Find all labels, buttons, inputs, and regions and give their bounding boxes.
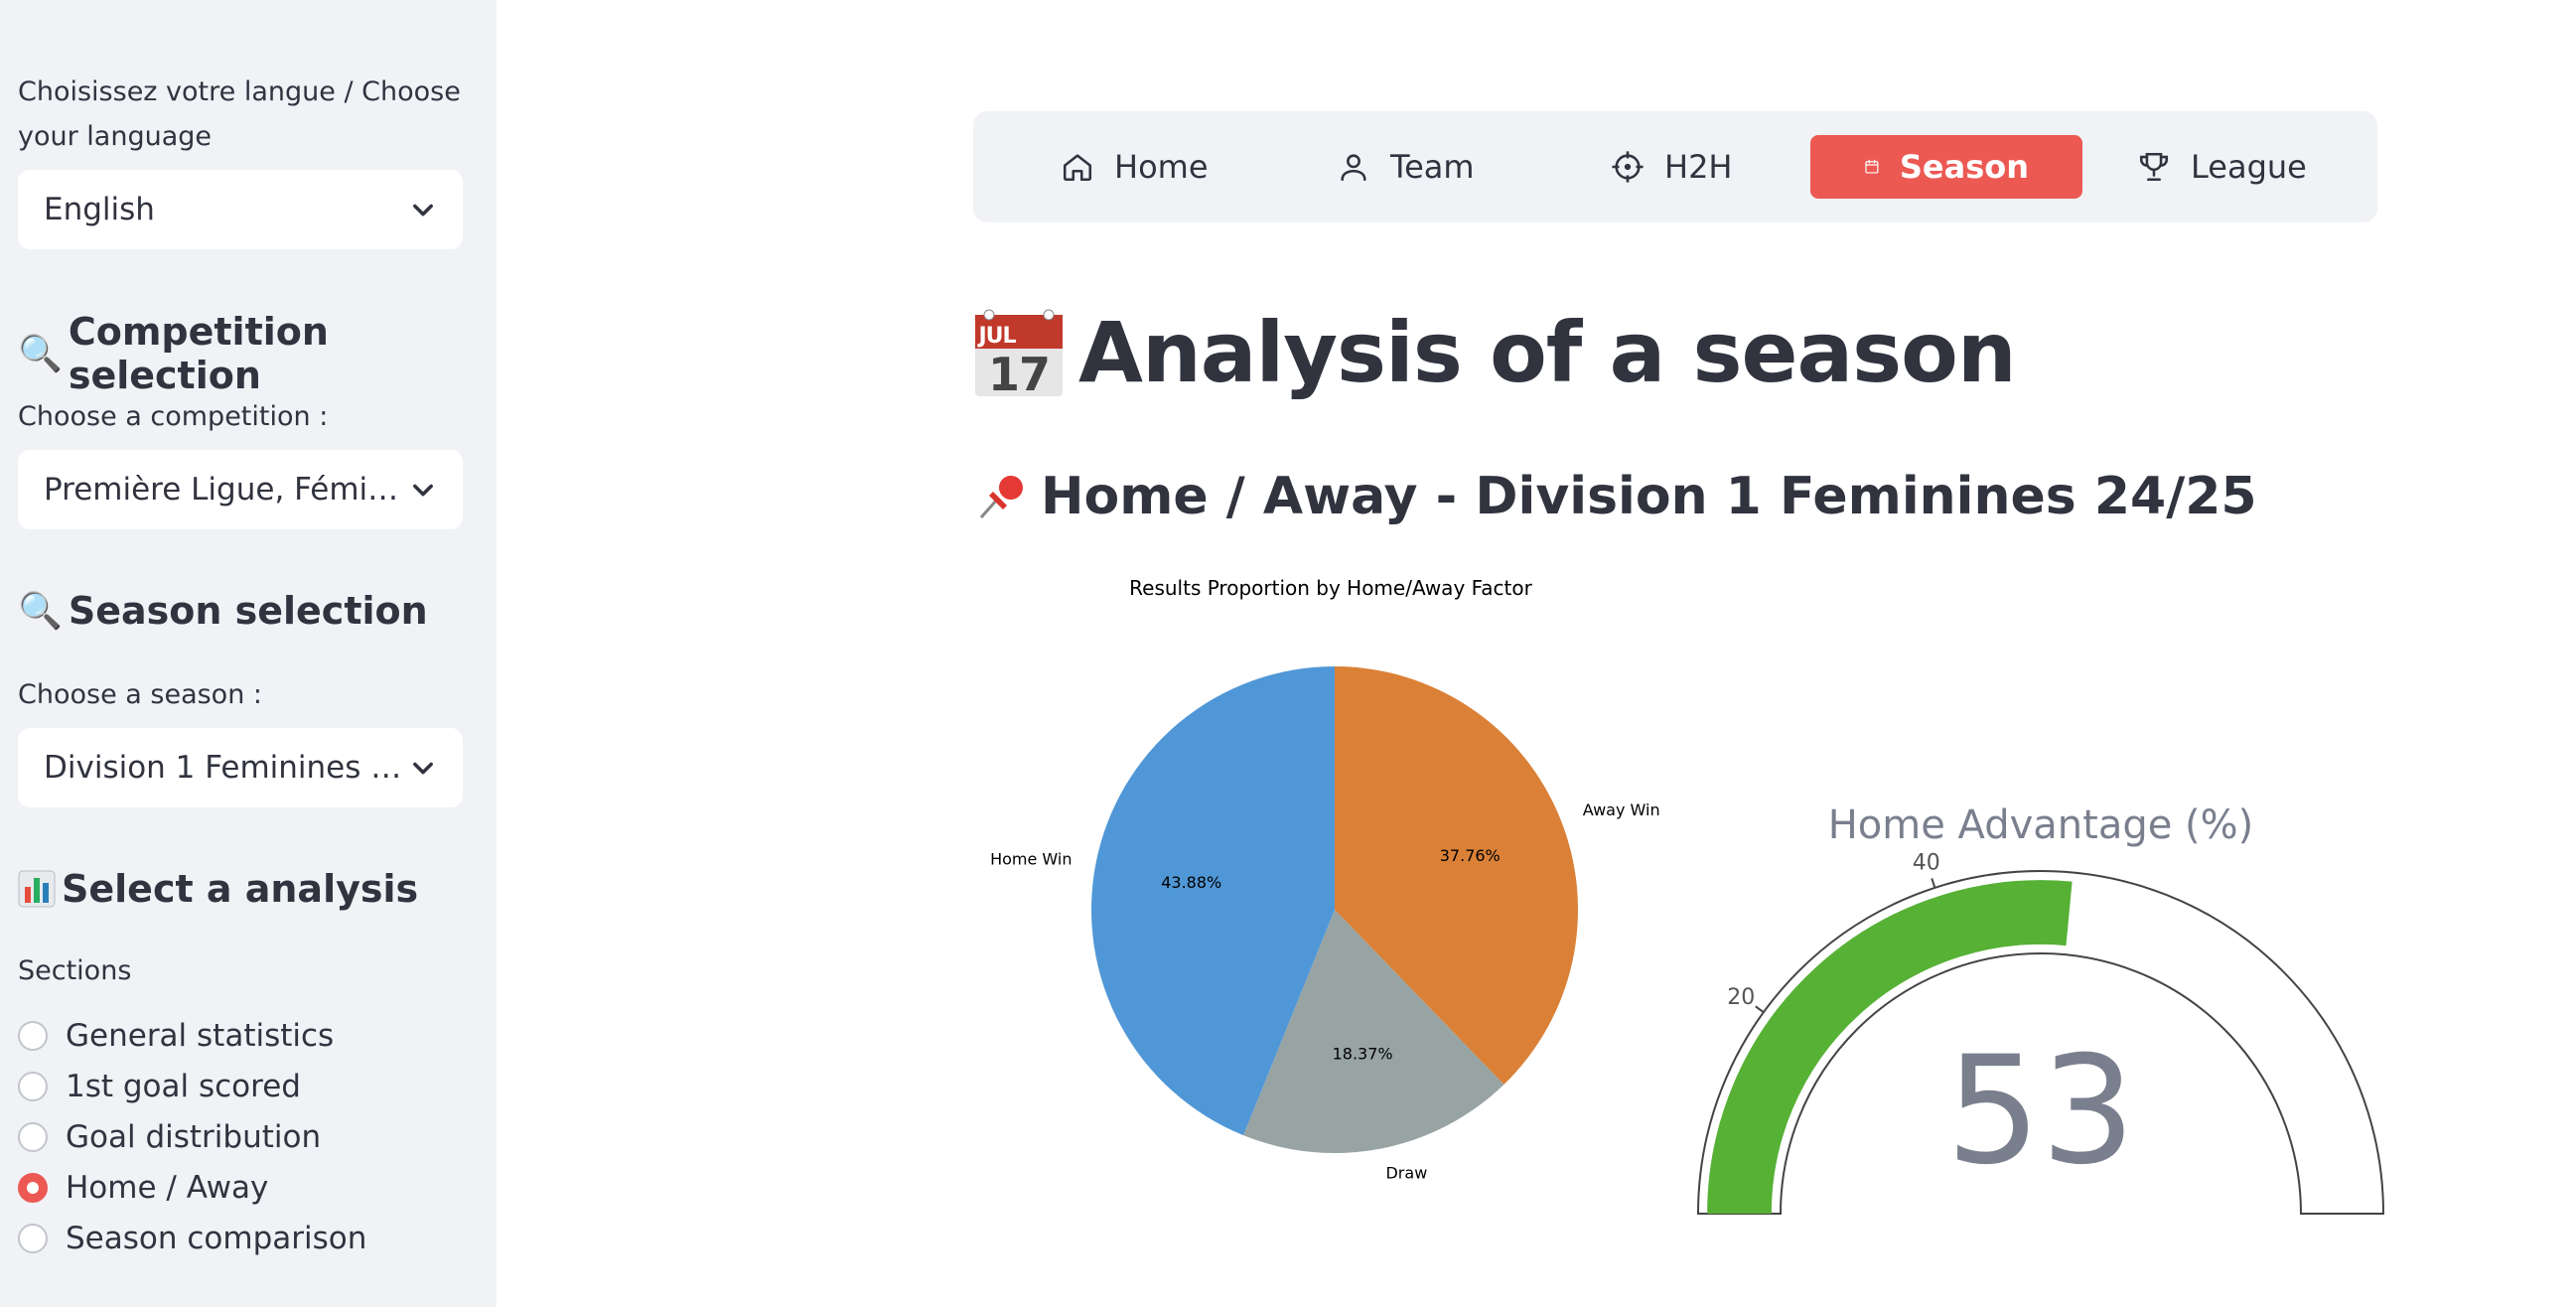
chevron-down-icon [413,484,433,497]
calendar-icon [1865,159,1879,174]
pie-percent-label: 18.37% [1333,1044,1393,1063]
calendar-month: JUL [976,324,1016,349]
season-label: Choose a season : [18,679,262,710]
gauge-title: Home Advantage (%) [1828,802,2254,848]
gauge-tick [1931,878,1936,889]
section-subtitle: Home / Away - Division 1 Feminines 24/25 [973,467,2257,526]
tab-season[interactable]: Season [1810,135,2082,199]
language-label: Choisissez votre langue / Choose your la… [18,76,461,152]
season-select[interactable]: Division 1 Feminines 2… [18,728,463,807]
house-icon [1063,154,1092,182]
pie-title: Results Proportion by Home/Away Factor [1129,576,1532,600]
magnifier-icon: 🔍 [18,591,63,632]
magnifier-icon: 🔍 [18,334,63,374]
gauge-value: 53 [1946,1025,2136,1198]
radio-season-comparison[interactable]: Season comparison [18,1217,366,1260]
gauge-tick [1755,1005,1765,1014]
competition-heading-text: Competition selection [68,310,329,397]
tab-label: Home [1114,148,1209,186]
pie-category-label: Away Win [1583,800,1660,819]
sections-label: Sections [18,955,132,986]
radio-circle[interactable] [18,1224,48,1253]
pie-percent-label: 43.88% [1161,873,1221,892]
radio-circle[interactable] [18,1072,48,1101]
radio-label: Goal distribution [66,1119,322,1155]
language-select[interactable]: English [18,170,463,249]
tab-league[interactable]: League [2137,135,2307,199]
person-icon [1341,154,1366,182]
tab-h2h[interactable]: H2H [1611,135,1732,199]
sidebar: Choisissez votre langue / Choose your la… [0,0,497,1307]
crosshair-icon [1612,151,1644,183]
radio-general-statistics[interactable]: General statistics [18,1014,334,1058]
page-title: JUL 17 Analysis of a season [973,304,2017,401]
season-heading-text: Season selection [68,589,428,633]
pushpin-icon [979,476,1023,518]
trophy-icon [2139,152,2169,182]
page-title-text: Analysis of a season [1078,304,2017,401]
pie-percent-label: 37.76% [1440,846,1501,865]
analysis-heading: Select a analysis [18,867,418,911]
pie-chart: Results Proportion by Home/Away Factor 3… [990,576,1660,1183]
radio-home-away[interactable]: Home / Away [18,1166,268,1210]
section-subtitle-text: Home / Away - Division 1 Feminines 24/25 [1041,467,2257,526]
tab-home[interactable]: Home [1061,135,1209,199]
calendar-day: 17 [988,348,1050,398]
language-value: English [44,192,155,227]
gauge-tick-label: 20 [1727,985,1755,1010]
competition-label: Choose a competition : [18,401,329,432]
competition-select[interactable]: Première Ligue, Fémin… [18,450,463,529]
tab-label: Season [1899,148,2029,186]
radio-circle[interactable] [18,1021,48,1051]
radio-circle-selected[interactable] [18,1173,48,1203]
chevron-down-icon [413,204,433,217]
radio-circle[interactable] [18,1122,48,1152]
analysis-heading-text: Select a analysis [62,867,419,911]
bar-chart-icon [18,870,56,908]
radio-label: Season comparison [66,1221,367,1256]
tab-label: Team [1390,148,1475,186]
competition-value: Première Ligue, Fémin… [44,472,409,508]
top-nav: Home Team H2H Season League [973,111,2377,222]
season-value: Division 1 Feminines 2… [44,750,409,786]
chevron-down-icon [413,762,433,775]
tab-team[interactable]: Team [1337,135,1475,199]
gauge-chart: Home Advantage (%) 20 40 53 [1696,802,2385,1215]
tab-label: H2H [1664,148,1733,186]
radio-label: Home / Away [66,1170,269,1206]
pie-category-label: Draw [1385,1164,1427,1183]
radio-first-goal[interactable]: 1st goal scored [18,1065,301,1108]
radio-goal-distribution[interactable]: Goal distribution [18,1115,321,1159]
gauge-tick-label: 40 [1913,850,1940,875]
competition-heading: 🔍 Competition selection [18,310,497,397]
calendar-date-icon: JUL 17 [975,309,1063,398]
radio-label: General statistics [66,1018,335,1054]
tab-label: League [2191,148,2307,186]
pie-category-label: Home Win [990,849,1072,868]
radio-label: 1st goal scored [66,1069,301,1104]
season-heading: 🔍 Season selection [18,589,428,633]
